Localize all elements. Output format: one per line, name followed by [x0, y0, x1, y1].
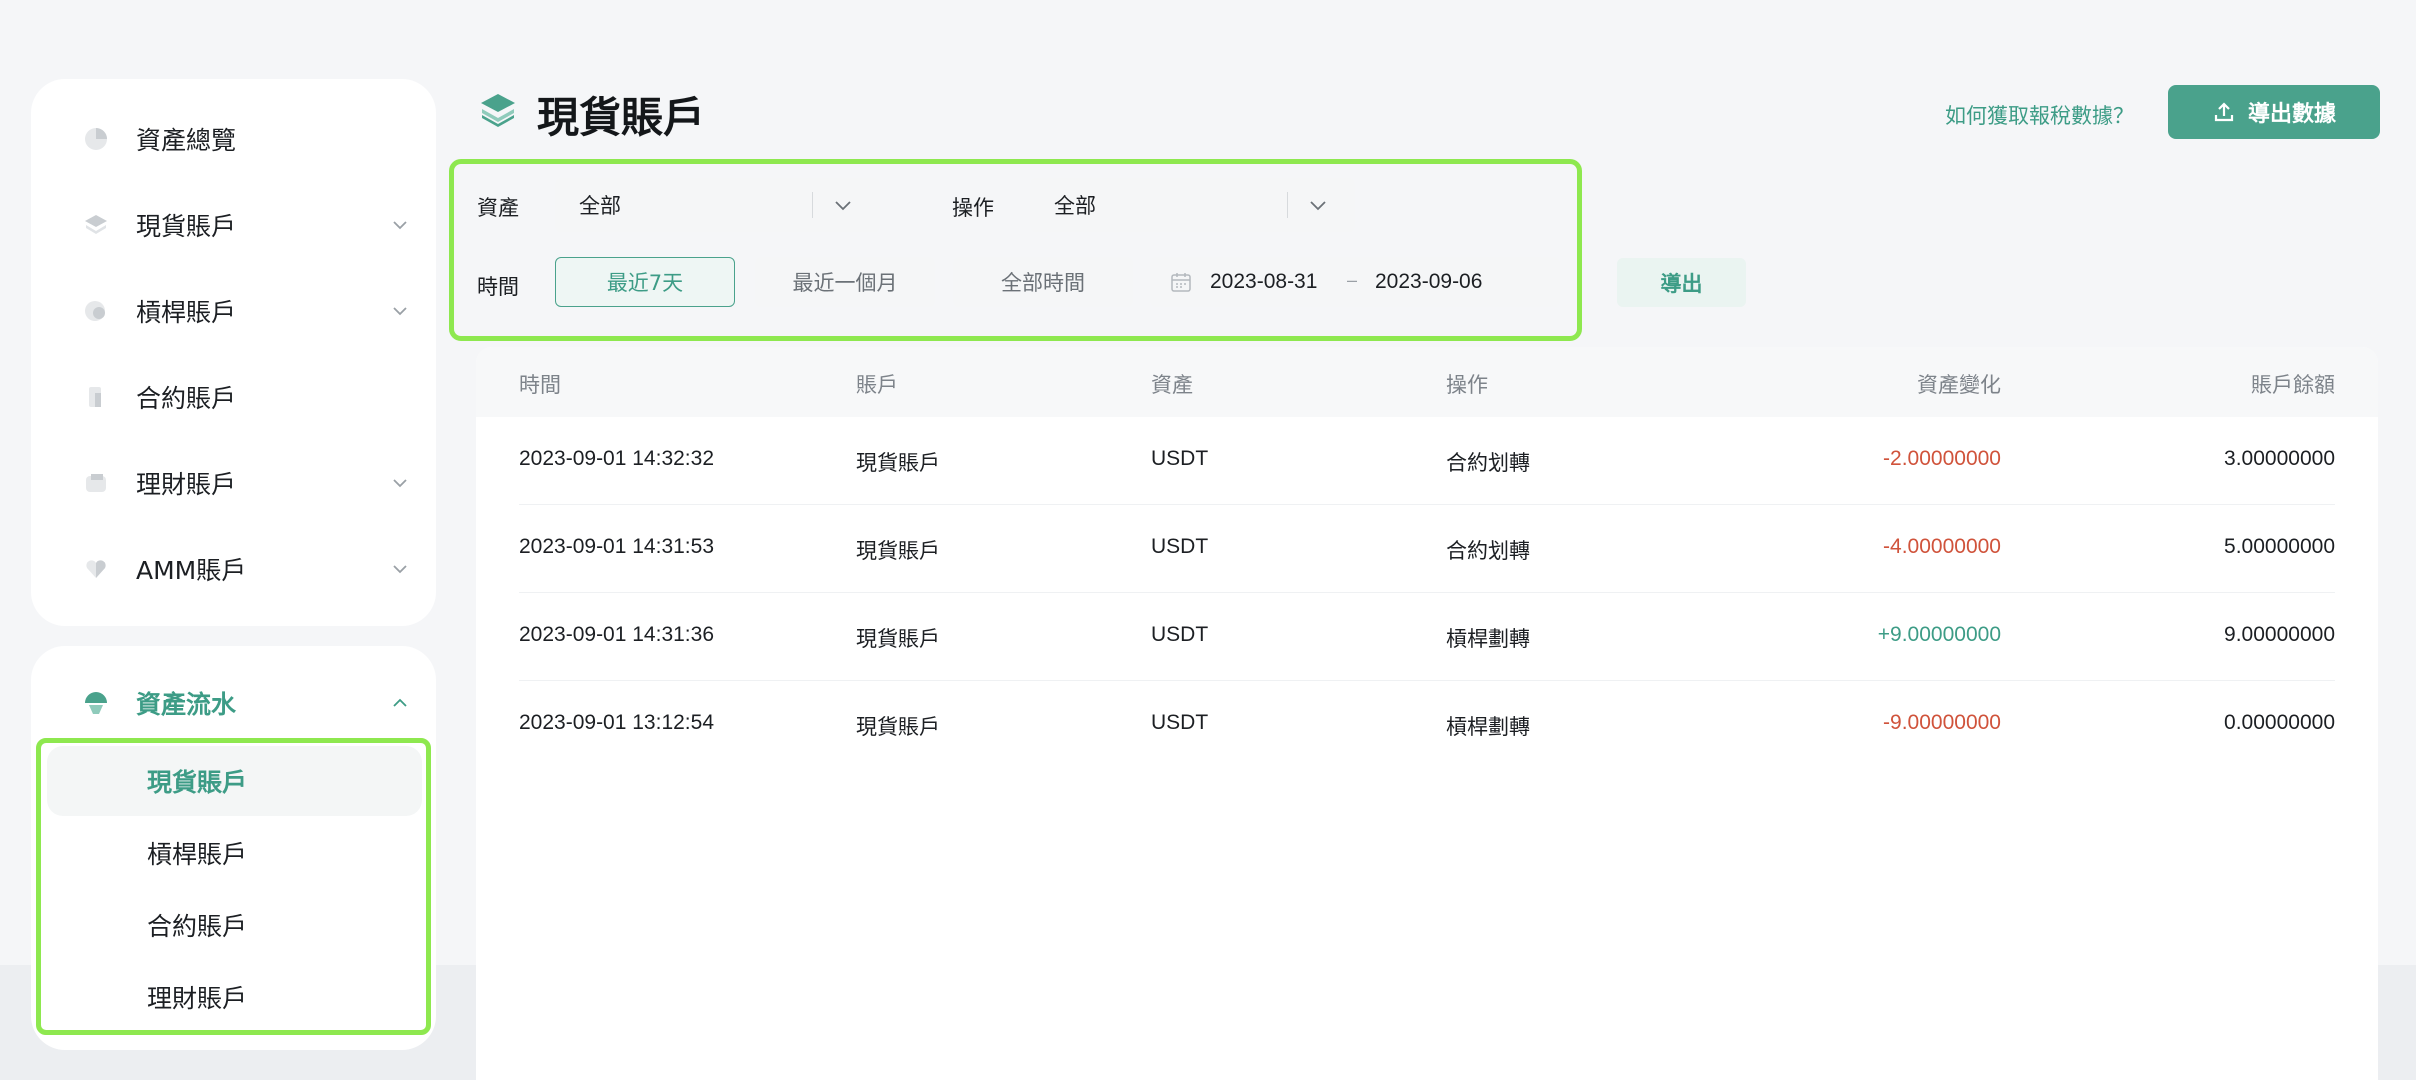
table-row: 2023-09-01 14:31:53 現貨賬戶 USDT 合約划轉 -4.00…: [476, 505, 2378, 593]
sidebar-accounts-card: 資產總覽 現貨賬戶 槓桿賬戶 合約賬戶 理財賬戶 AMM賬戶: [31, 79, 436, 626]
chevron-up-icon[interactable]: [391, 694, 409, 712]
sidebar-item-futures[interactable]: 合約賬戶: [31, 367, 436, 427]
table-row: 2023-09-01 14:32:32 現貨賬戶 USDT 合約划轉 -2.00…: [476, 417, 2378, 505]
wallet-icon: [82, 469, 110, 497]
chevron-down-icon[interactable]: [391, 474, 409, 492]
export-data-label: 導出數據: [2247, 102, 2336, 127]
time-filter-label: 時間: [477, 275, 519, 299]
cell-asset: USDT: [1151, 447, 1209, 470]
cell-balance: 0.00000000: [2224, 711, 2335, 734]
cell-asset: USDT: [1151, 535, 1209, 558]
cell-time: 2023-09-01 13:12:54: [519, 711, 714, 734]
chevron-down-icon[interactable]: [391, 216, 409, 234]
pie-chart-icon: [82, 125, 110, 153]
cell-asset-change: +9.00000000: [1877, 623, 2001, 646]
cell-asset-change: -2.00000000: [1883, 447, 2001, 470]
operation-select[interactable]: 全部: [1030, 178, 1355, 232]
submenu-item-earn[interactable]: 理財賬戶: [47, 962, 422, 1032]
export-data-button[interactable]: 導出數據: [2168, 85, 2380, 139]
cell-account: 現貨賬戶: [856, 451, 940, 475]
table-row: 2023-09-01 13:12:54 現貨賬戶 USDT 槓桿劃轉 -9.00…: [476, 681, 2378, 769]
cell-time: 2023-09-01 14:32:32: [519, 447, 714, 470]
cell-balance: 9.00000000: [2224, 623, 2335, 646]
date-separator: –: [1347, 270, 1358, 290]
submenu-item-label: 理財賬戶: [147, 984, 248, 1013]
layers-icon: [82, 211, 110, 239]
layers-icon: [481, 94, 515, 127]
table-header: 時間 賬戶 資產 操作 資產變化 賬戶餘額: [476, 347, 2378, 417]
cell-time: 2023-09-01 14:31:53: [519, 535, 714, 558]
sidebar-item-label: 資產流水: [136, 690, 237, 719]
sidebar-item-overview[interactable]: 資產總覽: [31, 109, 436, 169]
cell-operation: 合約划轉: [1446, 451, 1530, 475]
chevron-down-icon[interactable]: [391, 560, 409, 578]
date-range-picker[interactable]: 2023-08-31 – 2023-09-06: [1150, 257, 1560, 307]
sidebar-item-margin[interactable]: 槓桿賬戶: [31, 281, 436, 341]
select-divider: [812, 192, 813, 218]
upload-icon: [2214, 102, 2234, 122]
export-button[interactable]: 導出: [1617, 258, 1746, 307]
select-divider: [1287, 192, 1288, 218]
chip-last-month[interactable]: 最近一個月: [755, 257, 935, 307]
chevron-down-icon: [1310, 201, 1326, 211]
header-time: 時間: [519, 373, 561, 397]
cell-asset-change: -4.00000000: [1883, 535, 2001, 558]
cell-operation: 槓桿劃轉: [1446, 627, 1530, 651]
cell-balance: 5.00000000: [2224, 535, 2335, 558]
tax-data-help-link[interactable]: 如何獲取報稅數據？: [1945, 100, 2134, 130]
sidebar-item-label: 理財賬戶: [136, 470, 237, 499]
cell-asset: USDT: [1151, 711, 1209, 734]
table-row: 2023-09-01 14:31:36 現貨賬戶 USDT 槓桿劃轉 +9.00…: [476, 593, 2378, 681]
submenu-item-margin[interactable]: 槓桿賬戶: [47, 818, 422, 888]
asset-select[interactable]: 全部: [555, 178, 880, 232]
contract-icon: [82, 383, 110, 411]
submenu-item-label: 現貨賬戶: [147, 768, 248, 797]
submenu-item-label: 合約賬戶: [147, 912, 248, 941]
sidebar-item-asset-flow[interactable]: 資產流水: [31, 673, 436, 733]
asset-flow-submenu: 現貨賬戶 槓桿賬戶 合約賬戶 理財賬戶: [36, 738, 431, 1035]
submenu-item-futures[interactable]: 合約賬戶: [47, 890, 422, 960]
coins-icon: [82, 297, 110, 325]
header-account: 賬戶: [856, 373, 898, 397]
asset-filter-label: 資產: [477, 196, 519, 220]
date-from: 2023-08-31: [1210, 270, 1318, 293]
heart-icon: [82, 555, 110, 583]
cell-account: 現貨賬戶: [856, 539, 940, 563]
chevron-down-icon[interactable]: [391, 302, 409, 320]
sidebar-item-label: 槓桿賬戶: [136, 298, 237, 327]
date-to: 2023-09-06: [1375, 270, 1483, 293]
cell-asset-change: -9.00000000: [1883, 711, 2001, 734]
cell-time: 2023-09-01 14:31:36: [519, 623, 714, 646]
sidebar-item-spot[interactable]: 現貨賬戶: [31, 195, 436, 255]
chevron-down-icon: [835, 201, 851, 211]
sidebar-item-earn[interactable]: 理財賬戶: [31, 453, 436, 513]
operation-filter-label: 操作: [952, 196, 994, 220]
sidebar-item-amm[interactable]: AMM賬戶: [31, 539, 436, 599]
header-asset-change: 資產變化: [1917, 373, 2001, 397]
submenu-item-label: 槓桿賬戶: [147, 840, 248, 869]
submenu-item-spot[interactable]: 現貨賬戶: [47, 746, 422, 816]
operation-select-value: 全部: [1054, 194, 1096, 218]
page: 資產總覽 現貨賬戶 槓桿賬戶 合約賬戶 理財賬戶 AMM賬戶 資產流水 現貨賬戶…: [0, 0, 2416, 1080]
chip-last-7-days[interactable]: 最近7天: [555, 257, 735, 307]
sidebar-item-label: 現貨賬戶: [136, 212, 237, 241]
cell-account: 現貨賬戶: [856, 715, 940, 739]
cell-balance: 3.00000000: [2224, 447, 2335, 470]
page-title: 現貨賬戶: [537, 93, 706, 142]
calendar-icon: [1171, 273, 1191, 292]
cell-operation: 槓桿劃轉: [1446, 715, 1530, 739]
header-asset: 資產: [1151, 373, 1193, 397]
chip-all-time[interactable]: 全部時間: [953, 257, 1133, 307]
cell-account: 現貨賬戶: [856, 627, 940, 651]
cell-asset: USDT: [1151, 623, 1209, 646]
cell-operation: 合約划轉: [1446, 539, 1530, 563]
sidebar-item-label: 合約賬戶: [136, 384, 237, 413]
asset-select-value: 全部: [579, 194, 621, 218]
sidebar-item-label: AMM賬戶: [136, 556, 247, 585]
header-balance: 賬戶餘額: [2251, 373, 2335, 397]
transactions-table: 時間 賬戶 資產 操作 資產變化 賬戶餘額 2023-09-01 14:32:3…: [476, 347, 2378, 1080]
flow-icon: [82, 689, 110, 717]
header-operation: 操作: [1446, 373, 1488, 397]
sidebar-item-label: 資產總覽: [136, 126, 237, 155]
